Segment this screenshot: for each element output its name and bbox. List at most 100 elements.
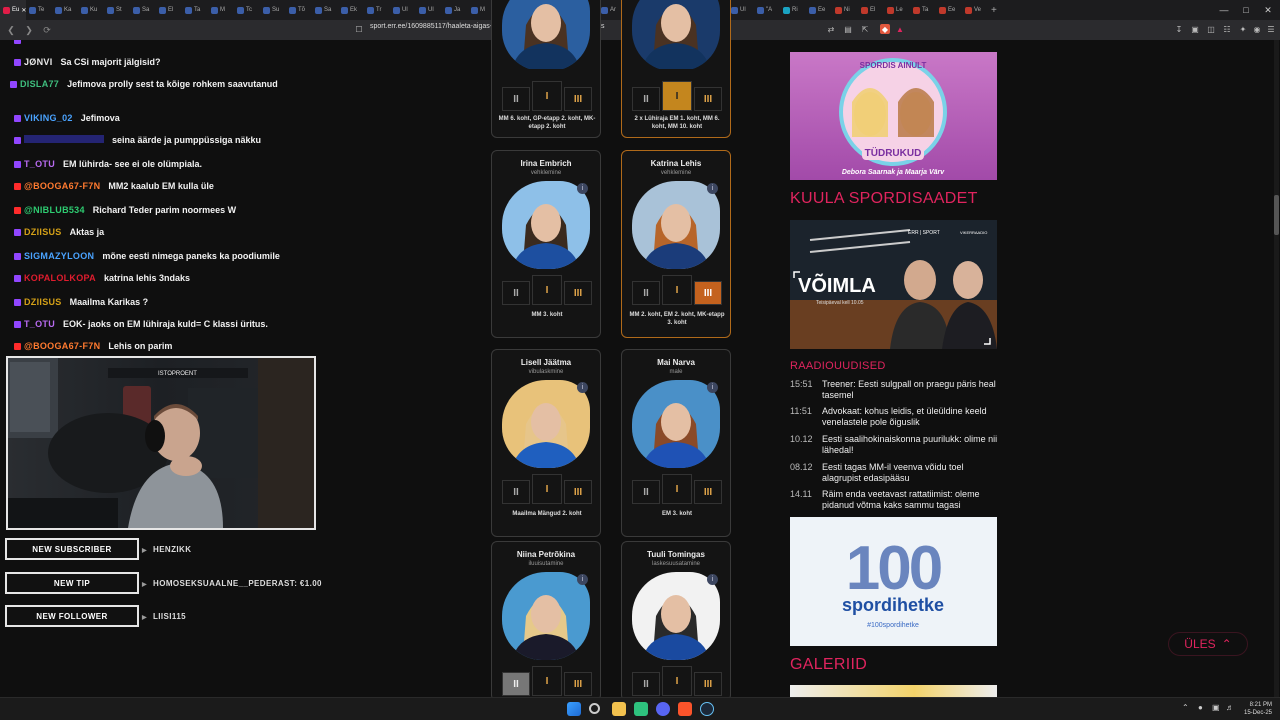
vote-first-button[interactable]: I — [532, 474, 562, 504]
browser-tab[interactable]: Ta — [182, 0, 208, 20]
taskbar-clock[interactable]: 8:21 PM 15-Dec-25 — [1244, 701, 1272, 717]
green-app-icon[interactable] — [634, 702, 648, 716]
news-headline[interactable]: Eesti tagas MM-il veenva võidu toel alag… — [822, 462, 1000, 484]
vote-third-button[interactable]: III — [694, 672, 722, 696]
vote-third-button[interactable]: III — [564, 87, 592, 111]
browser-tab[interactable]: Ta — [910, 0, 936, 20]
info-icon[interactable]: i — [577, 574, 588, 585]
browser-tab[interactable]: M — [208, 0, 234, 20]
spordihetke-banner[interactable]: 100 spordihetke #100spordihetke — [790, 517, 997, 646]
network-icon[interactable]: ▣ — [1212, 703, 1220, 712]
volume-icon[interactable]: ♬ — [1226, 703, 1234, 712]
info-icon[interactable]: i — [577, 183, 588, 194]
vote-third-button[interactable]: III — [564, 672, 592, 696]
tray-chevron-icon[interactable]: ⌃ — [1182, 703, 1189, 712]
translate-icon[interactable]: ⇄ — [826, 24, 836, 34]
vote-first-button[interactable]: I — [532, 81, 562, 111]
browser-tab[interactable]: Ek — [338, 0, 364, 20]
browser-tab[interactable]: Ee — [936, 0, 962, 20]
info-icon[interactable]: i — [707, 382, 718, 393]
forward-icon[interactable]: ❯ — [22, 23, 36, 37]
news-headline[interactable]: Eesti saalihokinaiskonna puurilukk: olim… — [822, 434, 1000, 456]
browser-tab[interactable]: "A — [754, 0, 780, 20]
news-headline[interactable]: Advokaat: kohus leidis, et üleüldine kee… — [822, 406, 1000, 428]
browser-tab[interactable]: Eu ✕ — [0, 0, 26, 20]
podcast-banner[interactable]: TÜDRUKUD SPORDIS AINULT Debora Saarnak j… — [790, 52, 997, 180]
info-icon[interactable]: i — [707, 183, 718, 194]
browser-tab[interactable]: El — [858, 0, 884, 20]
browser-tab[interactable]: Ve — [962, 0, 988, 20]
vote-second-button[interactable]: II — [502, 281, 530, 305]
maximize-button[interactable]: □ — [1234, 0, 1258, 20]
mic-icon[interactable]: ● — [1198, 703, 1203, 712]
back-icon[interactable]: ❮ — [4, 23, 18, 37]
brave-icon[interactable] — [678, 702, 692, 716]
browser-tab[interactable]: Tõ — [286, 0, 312, 20]
vote-second-button[interactable]: II — [502, 87, 530, 111]
vote-third-button[interactable]: III — [694, 480, 722, 504]
browser-tab[interactable]: Su — [260, 0, 286, 20]
new-tab-button[interactable]: + — [988, 0, 1014, 20]
vote-second-button[interactable]: II — [632, 87, 660, 111]
browser-tab[interactable]: Tr — [364, 0, 390, 20]
sidebar-icon[interactable]: ◫ — [1206, 24, 1216, 34]
history-icon[interactable]: ▣ — [1190, 24, 1200, 34]
brave-shield-icon[interactable]: ◆ — [880, 24, 890, 34]
browser-tab[interactable]: Ri — [780, 0, 806, 20]
browser-tab[interactable]: El — [156, 0, 182, 20]
vote-first-button[interactable]: I — [662, 474, 692, 504]
gallery-thumb[interactable] — [790, 685, 997, 697]
browser-tab[interactable]: St — [104, 0, 130, 20]
reload-icon[interactable]: ⟳ — [40, 23, 54, 37]
vote-third-button[interactable]: III — [694, 281, 722, 305]
close-window-button[interactable]: ✕ — [1256, 0, 1280, 20]
vote-first-button[interactable]: I — [662, 275, 692, 305]
browser-tab[interactable]: Ni — [832, 0, 858, 20]
browser-tab[interactable]: Le — [884, 0, 910, 20]
browser-tab[interactable]: Ul — [416, 0, 442, 20]
vote-first-button[interactable]: I — [662, 666, 692, 696]
browser-tab[interactable]: Ul — [728, 0, 754, 20]
vote-second-button[interactable]: II — [632, 281, 660, 305]
browser-tab[interactable]: Ee — [806, 0, 832, 20]
browser-tab[interactable]: Ul — [390, 0, 416, 20]
browser-tab[interactable]: Ku — [78, 0, 104, 20]
search-icon[interactable] — [589, 703, 600, 714]
back-to-top-button[interactable]: ÜLES ⌃ — [1168, 632, 1248, 656]
vote-third-button[interactable]: III — [694, 87, 722, 111]
scrollbar-thumb[interactable] — [1274, 195, 1279, 235]
voimla-banner[interactable]: VÕIMLA Teisipäeval kell 10.05 ERR | SPOR… — [790, 220, 997, 349]
extensions-icon[interactable]: ☷ — [1222, 24, 1232, 34]
browser-tab[interactable]: Ja — [442, 0, 468, 20]
browser-tab[interactable]: Te — [26, 0, 52, 20]
vote-second-button[interactable]: II — [632, 480, 660, 504]
rewards-icon[interactable]: ▲ — [895, 24, 905, 34]
news-headline[interactable]: Räim enda veetavast rattatiimist: oleme … — [822, 489, 1000, 511]
share-icon[interactable]: ⇱ — [860, 24, 870, 34]
vote-second-button[interactable]: II — [502, 672, 530, 696]
vote-third-button[interactable]: III — [564, 480, 592, 504]
info-icon[interactable]: i — [707, 574, 718, 585]
vote-first-button[interactable]: I — [532, 275, 562, 305]
vote-first-button[interactable]: I — [532, 666, 562, 696]
browser-tab[interactable]: Ka — [52, 0, 78, 20]
leo-icon[interactable]: ✦ — [1238, 24, 1248, 34]
start-icon[interactable] — [567, 702, 581, 716]
vote-second-button[interactable]: II — [502, 480, 530, 504]
steam-icon[interactable] — [700, 702, 714, 716]
page-scrollbar[interactable] — [1274, 40, 1279, 697]
bookmark-icon[interactable]: ☐ — [354, 24, 364, 34]
browser-tab[interactable]: Tc — [234, 0, 260, 20]
info-icon[interactable]: i — [577, 382, 588, 393]
vote-second-button[interactable]: II — [632, 672, 660, 696]
minimize-button[interactable]: — — [1212, 0, 1236, 20]
discord-icon[interactable] — [656, 702, 670, 716]
file-explorer-icon[interactable] — [612, 702, 626, 716]
vote-third-button[interactable]: III — [564, 281, 592, 305]
browser-tab[interactable]: Sa — [312, 0, 338, 20]
vpn-icon[interactable]: ◉ — [1252, 24, 1262, 34]
downloads-icon[interactable]: ↧ — [1174, 24, 1184, 34]
menu-icon[interactable]: ☰ — [1266, 24, 1276, 34]
news-headline[interactable]: Treener: Eesti sulgpall on praegu päris … — [822, 379, 1000, 401]
reader-icon[interactable]: ▤ — [843, 24, 853, 34]
